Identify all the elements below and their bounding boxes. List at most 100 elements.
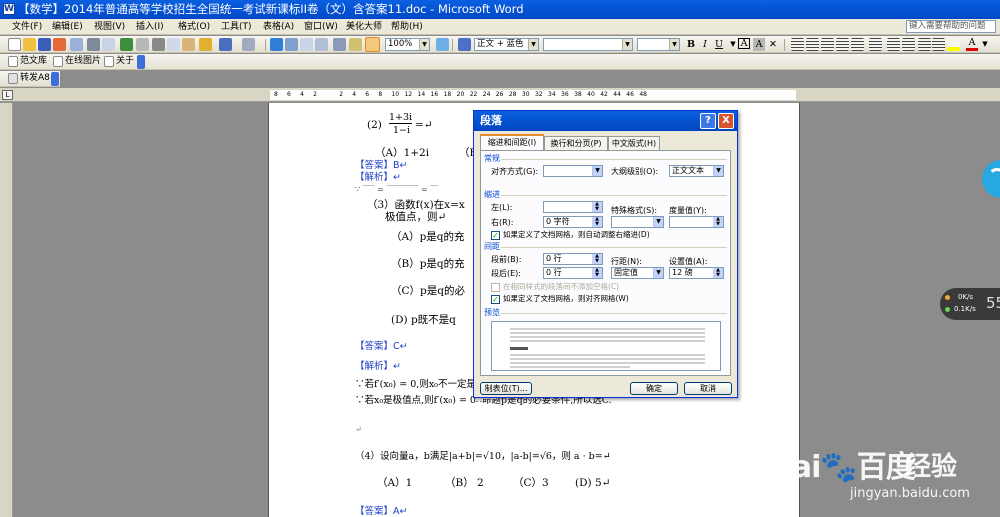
cut-icon[interactable] (152, 38, 165, 51)
increase-indent-icon[interactable] (932, 38, 945, 51)
copy-icon[interactable] (167, 38, 180, 51)
tables-borders-icon[interactable] (285, 38, 298, 51)
about-button[interactable]: 关于 (116, 55, 134, 68)
permission-icon[interactable] (53, 38, 66, 51)
forward-icon[interactable] (8, 73, 18, 84)
print-icon[interactable] (87, 38, 100, 51)
underline-button[interactable]: U (713, 38, 725, 51)
paste-icon[interactable] (182, 38, 195, 51)
horizontal-ruler[interactable]: 8 6 4 2 2 4 6 8 10 12 14 16 18 20 22 24 26 28 30 32 34 36 38 40… (0, 88, 1000, 102)
menu-view[interactable]: 视图(V) (94, 21, 125, 33)
numbering-icon[interactable] (887, 38, 900, 51)
distributed-icon[interactable] (851, 38, 864, 51)
tab-indents-spacing[interactable]: 缩进和间距(I) (480, 134, 544, 151)
library-icon[interactable] (8, 56, 18, 67)
q2-denominator: 1−i (393, 125, 411, 136)
redo-icon[interactable] (242, 38, 255, 51)
format-painter-icon[interactable] (199, 38, 212, 51)
insert-table-icon[interactable] (300, 38, 313, 51)
help-icon[interactable] (436, 38, 449, 51)
q3-option-a: （A）p是q的充 (391, 231, 465, 243)
spacing-before-spinner[interactable]: 0 行 ▲ ▼ (543, 253, 603, 265)
hyperlink-icon[interactable] (270, 38, 283, 51)
bold-button[interactable]: B (685, 38, 697, 51)
menu-edit[interactable]: 编辑(E) (52, 21, 83, 33)
special-format-select[interactable]: ▼ (611, 216, 664, 228)
about-icon[interactable] (104, 56, 114, 67)
toolbar-overflow-icon[interactable] (137, 55, 145, 69)
font-name-select[interactable]: ▼ (543, 38, 633, 51)
tab-line-page-breaks[interactable]: 换行和分页(P) (544, 136, 608, 150)
menu-format[interactable]: 格式(O) (178, 21, 210, 33)
save-icon[interactable] (38, 38, 51, 51)
bullets-icon[interactable] (902, 38, 915, 51)
snap-to-grid-checkbox[interactable]: ✓ (491, 295, 500, 304)
font-color-button[interactable]: A (966, 38, 978, 51)
auto-adjust-indent-checkbox[interactable]: ✓ (491, 231, 500, 240)
tab-asian-typography[interactable]: 中文版式(H) (608, 136, 660, 150)
font-size-select[interactable]: ▼ (637, 38, 680, 51)
show-formatting-icon[interactable] (365, 37, 380, 52)
online-picture-button[interactable]: 在线图片 (65, 55, 101, 68)
font-color-menu-icon[interactable]: ▼ (979, 38, 991, 51)
drawing-icon[interactable] (349, 38, 362, 51)
align-right-icon[interactable] (821, 38, 834, 51)
email-icon[interactable] (70, 38, 83, 51)
ruler-tick-label: 24 (482, 91, 491, 98)
line-spacing-icon[interactable] (869, 38, 882, 51)
align-center-icon[interactable] (806, 38, 819, 51)
menu-tools[interactable]: 工具(T) (221, 21, 252, 33)
char-border-button[interactable]: A (738, 38, 750, 49)
online-picture-icon[interactable] (53, 56, 63, 67)
ok-button[interactable]: 确定 (630, 382, 678, 395)
menu-beautify[interactable]: 美化大师 (346, 21, 382, 33)
tab-selector[interactable]: L (2, 90, 13, 100)
columns-icon[interactable] (333, 38, 346, 51)
italic-button[interactable]: I (699, 38, 711, 51)
toolbar-overflow-icon[interactable] (51, 72, 59, 86)
no-space-same-style-checkbox[interactable] (491, 283, 500, 292)
justify-icon[interactable] (836, 38, 849, 51)
menu-table[interactable]: 表格(A) (263, 21, 294, 33)
spacing-after-spinner[interactable]: 0 行 ▲ ▼ (543, 267, 603, 279)
outline-level-select[interactable]: 正文文本 ▼ (669, 165, 724, 177)
style-select[interactable]: 正文 + 蓝色 ▼ (474, 38, 539, 51)
word-app-icon[interactable]: W (3, 3, 15, 15)
open-folder-icon[interactable] (23, 38, 36, 51)
undo-icon[interactable] (219, 38, 232, 51)
insert-excel-icon[interactable] (315, 38, 328, 51)
wifi-floating-widget[interactable] (982, 160, 1000, 198)
indent-right-spinner[interactable]: 0 字符 ▲ ▼ (543, 216, 603, 228)
dialog-close-button[interactable]: X (718, 113, 734, 129)
menu-file[interactable]: 文件(F) (12, 21, 42, 33)
zoom-select[interactable]: 100% ▼ (385, 38, 430, 51)
vertical-ruler[interactable] (0, 103, 13, 517)
char-scaling-icon[interactable]: ✕ (767, 38, 779, 51)
new-doc-icon[interactable] (8, 38, 21, 51)
q4-option-a: （A）1 (377, 477, 413, 489)
decrease-indent-icon[interactable] (918, 38, 931, 51)
char-shading-button[interactable]: A (753, 38, 765, 51)
spelling-icon[interactable] (120, 38, 133, 51)
menu-insert[interactable]: 插入(I) (136, 21, 164, 33)
forward-button[interactable]: 转发A8 (20, 72, 50, 85)
set-value-spinner[interactable]: 12 磅 ▲ ▼ (669, 267, 724, 279)
menu-window[interactable]: 窗口(W) (304, 21, 338, 33)
menu-help[interactable]: 帮助(H) (391, 21, 423, 33)
dialog-help-button[interactable]: ? (700, 113, 716, 129)
tabs-button[interactable]: 制表位(T)... (480, 382, 532, 395)
indent-left-spinner[interactable]: ▲ ▼ (543, 201, 603, 213)
align-left-icon[interactable] (791, 38, 804, 51)
alignment-select[interactable]: ▼ (543, 165, 603, 177)
print-preview-icon[interactable] (102, 38, 115, 51)
cancel-button[interactable]: 取消 (684, 382, 732, 395)
highlight-pen-icon[interactable] (947, 38, 960, 51)
help-search-input[interactable]: 键入需要帮助的问题 (906, 20, 996, 33)
measure-spinner[interactable]: ▲ ▼ (669, 216, 724, 228)
network-speed-widget[interactable]: 0K/s 0.1K/s 55 (940, 288, 1000, 320)
library-button[interactable]: 范文库 (20, 55, 47, 68)
line-spacing-select[interactable]: 固定值 ▼ (611, 267, 664, 279)
styles-pane-icon[interactable] (458, 38, 471, 51)
research-icon[interactable] (136, 38, 149, 51)
dialog-title-bar[interactable]: 段落 (474, 111, 737, 131)
